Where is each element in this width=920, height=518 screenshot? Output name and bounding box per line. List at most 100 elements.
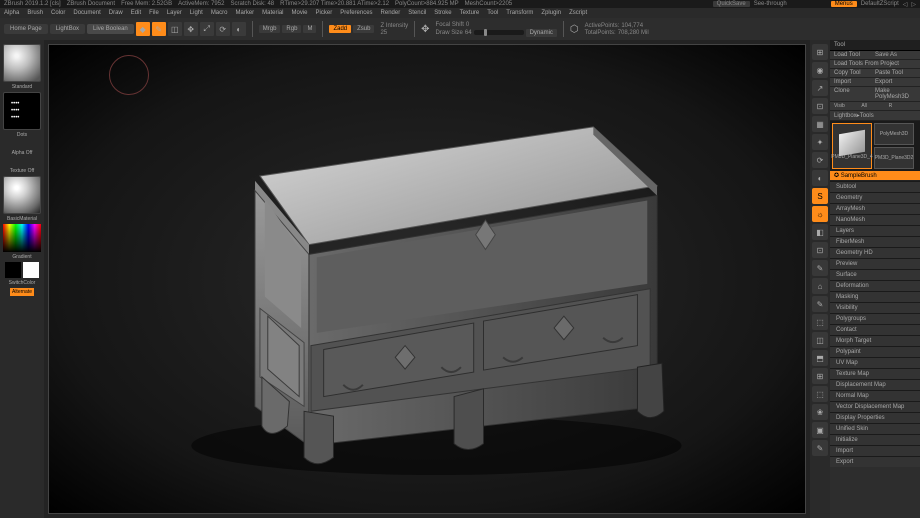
draw2-icon[interactable]: ✎ — [812, 296, 828, 312]
tab-lightbox[interactable]: LightBox — [50, 24, 85, 34]
brush-thumb[interactable] — [3, 44, 41, 82]
category-masking[interactable]: Masking — [830, 291, 920, 302]
category-import[interactable]: Import — [830, 445, 920, 456]
rgb-button[interactable]: Rgb — [282, 25, 301, 33]
color-picker[interactable] — [3, 224, 41, 252]
menu-stencil[interactable]: Stencil — [408, 10, 426, 16]
stroke-thumb[interactable] — [3, 92, 41, 130]
category-displacement-map[interactable]: Displacement Map — [830, 379, 920, 390]
menu-zscript[interactable]: Zscript — [569, 10, 587, 16]
model-chest[interactable] — [94, 73, 759, 485]
drawsize-value[interactable]: 64 — [465, 30, 472, 36]
menu-layer[interactable]: Layer — [167, 10, 182, 16]
category-contact[interactable]: Contact — [830, 324, 920, 335]
actual-icon[interactable]: ◫ — [812, 332, 828, 348]
quicksave-button[interactable]: QuickSave — [713, 1, 750, 7]
category-subtool[interactable]: Subtool — [830, 181, 920, 192]
save-as-button[interactable]: Save As — [875, 52, 916, 58]
mrgb-button[interactable]: Mrgb — [259, 25, 281, 33]
move-icon[interactable]: ✥ — [184, 22, 198, 36]
tool-panel-title[interactable]: Tool — [830, 40, 920, 51]
transp-icon[interactable]: ◧ — [812, 224, 828, 240]
r-button[interactable]: R — [889, 103, 916, 109]
rotate-icon[interactable]: ⟳ — [812, 152, 828, 168]
gradient-label[interactable]: Gradient — [12, 254, 31, 260]
sculptris-icon[interactable]: ◆ — [136, 22, 150, 36]
category-layers[interactable]: Layers — [830, 225, 920, 236]
category-initialize[interactable]: Initialize — [830, 434, 920, 445]
aahalf-icon[interactable]: ⬒ — [812, 350, 828, 366]
edit-icon[interactable]: ✎ — [812, 260, 828, 276]
category-preview[interactable]: Preview — [830, 258, 920, 269]
menu-transform[interactable]: Transform — [506, 10, 533, 16]
xpose-icon[interactable]: ✦ — [812, 134, 828, 150]
menu-movie[interactable]: Movie — [292, 10, 308, 16]
swatch-primary[interactable] — [23, 262, 39, 278]
focal-value[interactable]: 0 — [466, 22, 469, 28]
menu-document[interactable]: Document — [73, 10, 100, 16]
floor-icon[interactable]: ↗ — [812, 80, 828, 96]
category-fibermesh[interactable]: FiberMesh — [830, 236, 920, 247]
category-export[interactable]: Export — [830, 456, 920, 467]
category-unified-skin[interactable]: Unified Skin — [830, 423, 920, 434]
zoom-icon[interactable]: ⬚ — [812, 314, 828, 330]
menu-preferences[interactable]: Preferences — [340, 10, 372, 16]
load-tool-button[interactable]: Load Tool — [834, 52, 875, 58]
material-thumb[interactable] — [3, 176, 41, 214]
zadd-button[interactable]: Zadd — [329, 25, 351, 33]
menu-picker[interactable]: Picker — [316, 10, 333, 16]
all-button[interactable]: All — [861, 103, 888, 109]
category-deformation[interactable]: Deformation — [830, 280, 920, 291]
bpr-icon[interactable]: ⊞ — [812, 44, 828, 60]
gizmo-icon[interactable]: ◐ — [232, 22, 246, 36]
snapshot-icon[interactable]: ⬚ — [812, 386, 828, 402]
perspective-icon[interactable]: ◉ — [812, 62, 828, 78]
category-morph-target[interactable]: Morph Target — [830, 335, 920, 346]
menu-light[interactable]: Light — [190, 10, 203, 16]
grid-icon[interactable]: ⊞ — [812, 368, 828, 384]
menu-draw[interactable]: Draw — [109, 10, 123, 16]
tool-thumb-3[interactable]: PM3D_Plane3D2 — [874, 147, 914, 169]
frame-icon[interactable]: ▦ — [812, 116, 828, 132]
history-back-icon[interactable]: ◁ — [903, 1, 908, 8]
menu-macro[interactable]: Macro — [211, 10, 228, 16]
tab-liveboolean[interactable]: Live Boolean — [87, 24, 134, 34]
dynamic-button[interactable]: Dynamic — [526, 29, 557, 37]
lightbox-tools-button[interactable]: Lightbox▸Tools — [830, 111, 920, 121]
export-button[interactable]: Export — [875, 79, 916, 85]
m-button[interactable]: M — [303, 25, 316, 33]
draw-icon[interactable]: ◫ — [168, 22, 182, 36]
zintensity-value[interactable]: 25 — [380, 30, 408, 36]
menu-stroke[interactable]: Stroke — [434, 10, 451, 16]
solo-icon[interactable]: S — [812, 188, 828, 204]
history-fwd-icon[interactable]: ▷ — [911, 1, 916, 8]
menu-color[interactable]: Color — [51, 10, 65, 16]
tab-home[interactable]: Home Page — [4, 24, 48, 34]
tool-thumb-main[interactable]: PM3D_Plane3D_4 — [832, 123, 872, 169]
clone-button[interactable]: Clone — [834, 88, 875, 100]
category-vector-displacement-map[interactable]: Vector Displacement Map — [830, 401, 920, 412]
zapplink-icon[interactable]: ❀ — [812, 404, 828, 420]
load-project-button[interactable]: Load Tools From Project — [830, 60, 920, 69]
menu-alpha[interactable]: Alpha — [4, 10, 19, 16]
copy-tool-button[interactable]: Copy Tool — [834, 70, 875, 76]
import-button[interactable]: Import — [834, 79, 875, 85]
texture-label[interactable]: Texture Off — [10, 168, 34, 174]
visib-button[interactable]: Visib — [834, 103, 861, 109]
category-nanomesh[interactable]: NanoMesh — [830, 214, 920, 225]
category-normal-map[interactable]: Normal Map — [830, 390, 920, 401]
category-visibility[interactable]: Visibility — [830, 302, 920, 313]
drawsize-slider[interactable] — [474, 30, 524, 35]
local-icon[interactable]: ⊡ — [812, 98, 828, 114]
category-geometry-hd[interactable]: Geometry HD — [830, 247, 920, 258]
home-icon[interactable]: ⌂ — [812, 278, 828, 294]
shadow-icon[interactable]: ◐ — [812, 170, 828, 186]
menu-tool[interactable]: Tool — [487, 10, 498, 16]
category-arraymesh[interactable]: ArrayMesh — [830, 203, 920, 214]
menu-material[interactable]: Material — [262, 10, 283, 16]
paste-tool-button[interactable]: Paste Tool — [875, 70, 916, 76]
menu-render[interactable]: Render — [381, 10, 401, 16]
menu-marker[interactable]: Marker — [235, 10, 254, 16]
category-uv-map[interactable]: UV Map — [830, 357, 920, 368]
category-geometry[interactable]: Geometry — [830, 192, 920, 203]
